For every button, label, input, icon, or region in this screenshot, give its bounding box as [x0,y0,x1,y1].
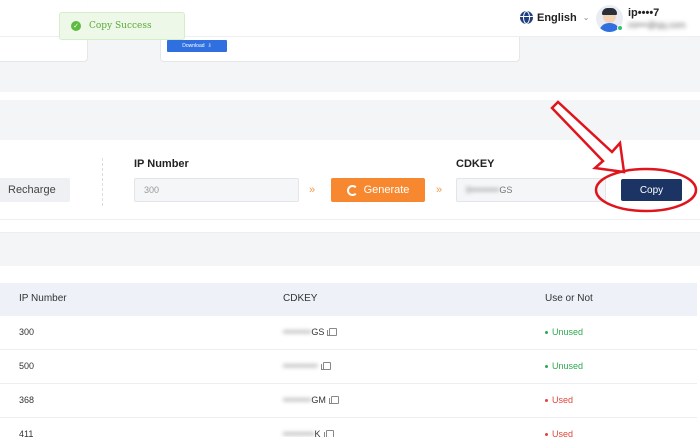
online-status-dot [617,25,623,31]
cdkey-hidden-part: ••••••••• [283,395,312,405]
ip-cell: 368 [19,395,35,405]
status-dot [545,398,548,402]
cdkey-cell: •••••••••• K [283,429,334,437]
column-header-use: Use or Not [545,293,593,304]
copy-success-toast: ✓ Copy Success [59,12,185,40]
section-strip [0,100,700,140]
chevron-down-icon: ⌄ [582,13,590,22]
table-header: IP Number CDKEY Use or Not [0,283,697,316]
column-header-cdkey: CDKEY [283,293,318,304]
cdkey-cell: ••••••••• GM [283,395,339,405]
success-check-icon: ✓ [71,21,81,31]
table-row: 500 ••••••••••• Unused [0,350,697,384]
copy-icon[interactable] [327,328,338,336]
cdkey-visible-part: GS [499,185,513,195]
ip-cell: 300 [19,327,35,337]
status-cell: Unused [545,361,583,371]
toast-text: Copy Success [89,21,152,31]
status-text: Unused [552,361,584,371]
download-button[interactable]: Download ⇩ [167,40,227,52]
cdkey-hidden-part: •••••••••• [283,429,315,437]
status-dot [545,330,548,334]
language-label: English [537,11,577,24]
status-text: Used [552,395,574,405]
cdkey-table: IP Number CDKEY Use or Not 300 •••••••••… [0,266,700,437]
cdkey-hidden-part: ••••••••••• [283,361,318,371]
ip-cell: 411 [19,429,34,437]
flow-arrow-icon: » [436,184,442,196]
status-text: Used [552,429,574,437]
cdkey-hidden-part: II••••••••• [466,185,500,195]
ip-number-label: IP Number [134,158,189,170]
globe-icon [520,11,533,24]
table-row: 368 ••••••••• GM Used [0,384,697,418]
copy-button[interactable]: Copy [621,179,682,201]
refresh-icon [346,184,358,196]
status-cell: Unused [545,327,583,337]
section-gap [0,232,700,266]
generate-label: Generate [363,184,410,196]
copy-icon[interactable] [323,430,334,437]
table-row: 411 •••••••••• K Used [0,418,697,437]
cdkey-cell: ••••••••••• [283,361,331,371]
status-cell: Used [545,395,573,405]
copy-icon[interactable] [320,362,331,370]
flow-arrow-icon: » [309,184,315,196]
cdkey-visible-part: GS [311,327,325,337]
copy-icon[interactable] [328,396,339,404]
cdkey-label: CDKEY [456,158,495,170]
status-cell: Used [545,429,573,437]
generate-button[interactable]: Generate [331,178,425,202]
cdkey-cell: ••••••••• GS [283,327,338,337]
panel-divider [102,158,103,206]
status-dot [545,364,548,368]
ip-number-value: 300 [144,185,160,195]
cdkey-visible-part: K [314,429,321,437]
download-icon: ⇩ [207,43,212,49]
table-row: 300 ••••••••• GS Unused [0,316,697,350]
cdkey-visible-part: GM [311,395,326,405]
user-email: mi•••@qq.com [628,20,686,30]
column-header-ip: IP Number [19,293,67,304]
download-label: Download [182,43,205,49]
language-selector[interactable]: English ⌄ [520,11,589,24]
status-text: Unused [552,327,584,337]
cdkey-output[interactable]: II••••••••• GS [456,178,606,202]
ip-number-input[interactable]: 300 [134,178,299,202]
ip-cell: 500 [19,361,35,371]
user-name: ip••••7 [628,7,660,19]
status-dot [545,432,548,436]
recharge-button[interactable]: Recharge [0,178,70,202]
cdkey-hidden-part: ••••••••• [283,327,312,337]
